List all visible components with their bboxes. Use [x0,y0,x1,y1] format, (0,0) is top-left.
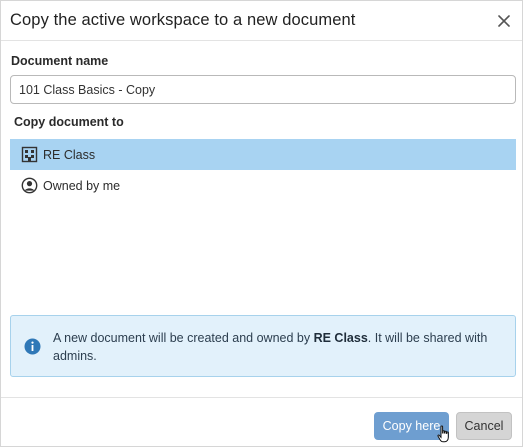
info-icon [24,338,41,355]
user-circle-icon [21,177,38,194]
destination-list: RE Class Owned by me [10,139,516,201]
copy-to-label: Copy document to [14,115,124,129]
destination-label: Owned by me [43,178,121,193]
info-banner: A new document will be created and owned… [10,315,516,377]
destination-item-re-class[interactable]: RE Class [10,139,516,170]
cancel-button[interactable]: Cancel [456,412,512,440]
destination-item-owned-by-me[interactable]: Owned by me [10,170,516,201]
dialog-title: Copy the active workspace to a new docum… [10,11,356,29]
close-icon[interactable] [496,13,512,29]
info-owner: RE Class [313,331,368,345]
company-icon [21,146,38,163]
document-name-input[interactable] [10,75,516,104]
document-name-label: Document name [11,54,109,68]
copy-here-button[interactable]: Copy here [374,412,449,440]
copy-workspace-dialog: Copy the active workspace to a new docum… [0,0,523,447]
info-prefix: A new document will be created and owned… [53,331,314,345]
dialog-header: Copy the active workspace to a new docum… [1,1,522,41]
dialog-footer: Copy here Cancel [1,397,522,447]
info-message: A new document will be created and owned… [53,329,493,365]
destination-label: RE Class [43,147,96,162]
